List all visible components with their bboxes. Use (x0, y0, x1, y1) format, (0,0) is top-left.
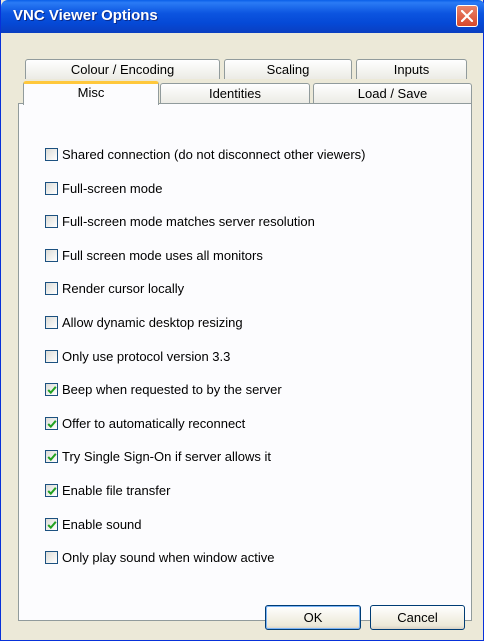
cancel-button[interactable]: Cancel (370, 605, 465, 630)
option-checkbox[interactable] (45, 416, 58, 430)
tab-colour-encoding[interactable]: Colour / Encoding (25, 59, 220, 79)
close-icon (461, 10, 473, 22)
option-label: Only use protocol version 3.3 (62, 348, 231, 364)
option-row[interactable]: Full screen mode uses all monitors (45, 246, 263, 264)
option-label: Full-screen mode (62, 180, 163, 196)
option-row[interactable]: Only play sound when window active (45, 548, 274, 566)
option-row[interactable]: Try Single Sign-On if server allows it (45, 447, 271, 465)
option-label: Enable sound (62, 516, 142, 532)
option-row[interactable]: Allow dynamic desktop resizing (45, 313, 243, 331)
option-checkbox[interactable] (45, 349, 58, 363)
option-checkbox[interactable] (45, 315, 58, 329)
checkmark-icon (47, 520, 57, 529)
option-label: Shared connection (do not disconnect oth… (62, 146, 366, 162)
option-label: Beep when requested to by the server (62, 381, 282, 397)
checkmark-icon (47, 385, 57, 394)
window-title: VNC Viewer Options (13, 7, 158, 24)
option-row[interactable]: Offer to automatically reconnect (45, 414, 245, 432)
option-label: Only play sound when window active (62, 549, 275, 565)
tab-load-save[interactable]: Load / Save (313, 83, 472, 103)
tab-identities[interactable]: Identities (160, 83, 310, 103)
tab-scaling[interactable]: Scaling (224, 59, 352, 79)
option-checkbox[interactable] (45, 248, 58, 262)
option-row[interactable]: Enable file transfer (45, 481, 170, 499)
option-checkbox[interactable] (45, 181, 58, 195)
option-checkbox[interactable] (45, 382, 58, 396)
option-row[interactable]: Beep when requested to by the server (45, 380, 282, 398)
option-label: Offer to automatically reconnect (62, 415, 246, 431)
checkmark-icon (47, 452, 57, 461)
checkmark-icon (47, 419, 57, 428)
option-label: Render cursor locally (62, 280, 185, 296)
option-row[interactable]: Only use protocol version 3.3 (45, 347, 230, 365)
title-bar[interactable]: VNC Viewer Options (1, 0, 484, 33)
option-label: Enable file transfer (62, 482, 171, 498)
option-row[interactable]: Render cursor locally (45, 279, 184, 297)
checkmark-icon (47, 486, 57, 495)
dialog-client-area: Colour / Encoding Scaling Inputs Identit… (5, 33, 479, 637)
option-checkbox[interactable] (45, 550, 58, 564)
option-label: Full-screen mode matches server resoluti… (62, 213, 315, 229)
option-label: Full screen mode uses all monitors (62, 247, 263, 263)
option-checkbox[interactable] (45, 517, 58, 531)
option-row[interactable]: Enable sound (45, 515, 142, 533)
option-row[interactable]: Full-screen mode matches server resoluti… (45, 212, 315, 230)
vnc-options-dialog: VNC Viewer Options Colour / Encoding Sca… (0, 0, 484, 641)
tab-misc[interactable]: Misc (23, 81, 159, 105)
ok-button[interactable]: OK (265, 605, 361, 630)
option-checkbox[interactable] (45, 147, 58, 161)
option-checkbox[interactable] (45, 214, 58, 228)
option-row[interactable]: Shared connection (do not disconnect oth… (45, 145, 366, 163)
tab-inputs[interactable]: Inputs (356, 59, 467, 79)
option-label: Try Single Sign-On if server allows it (62, 448, 272, 464)
option-row[interactable]: Full-screen mode (45, 179, 162, 197)
option-checkbox[interactable] (45, 449, 58, 463)
option-checkbox[interactable] (45, 281, 58, 295)
option-label: Allow dynamic desktop resizing (62, 314, 243, 330)
close-button[interactable] (456, 5, 478, 27)
option-checkbox[interactable] (45, 483, 58, 497)
